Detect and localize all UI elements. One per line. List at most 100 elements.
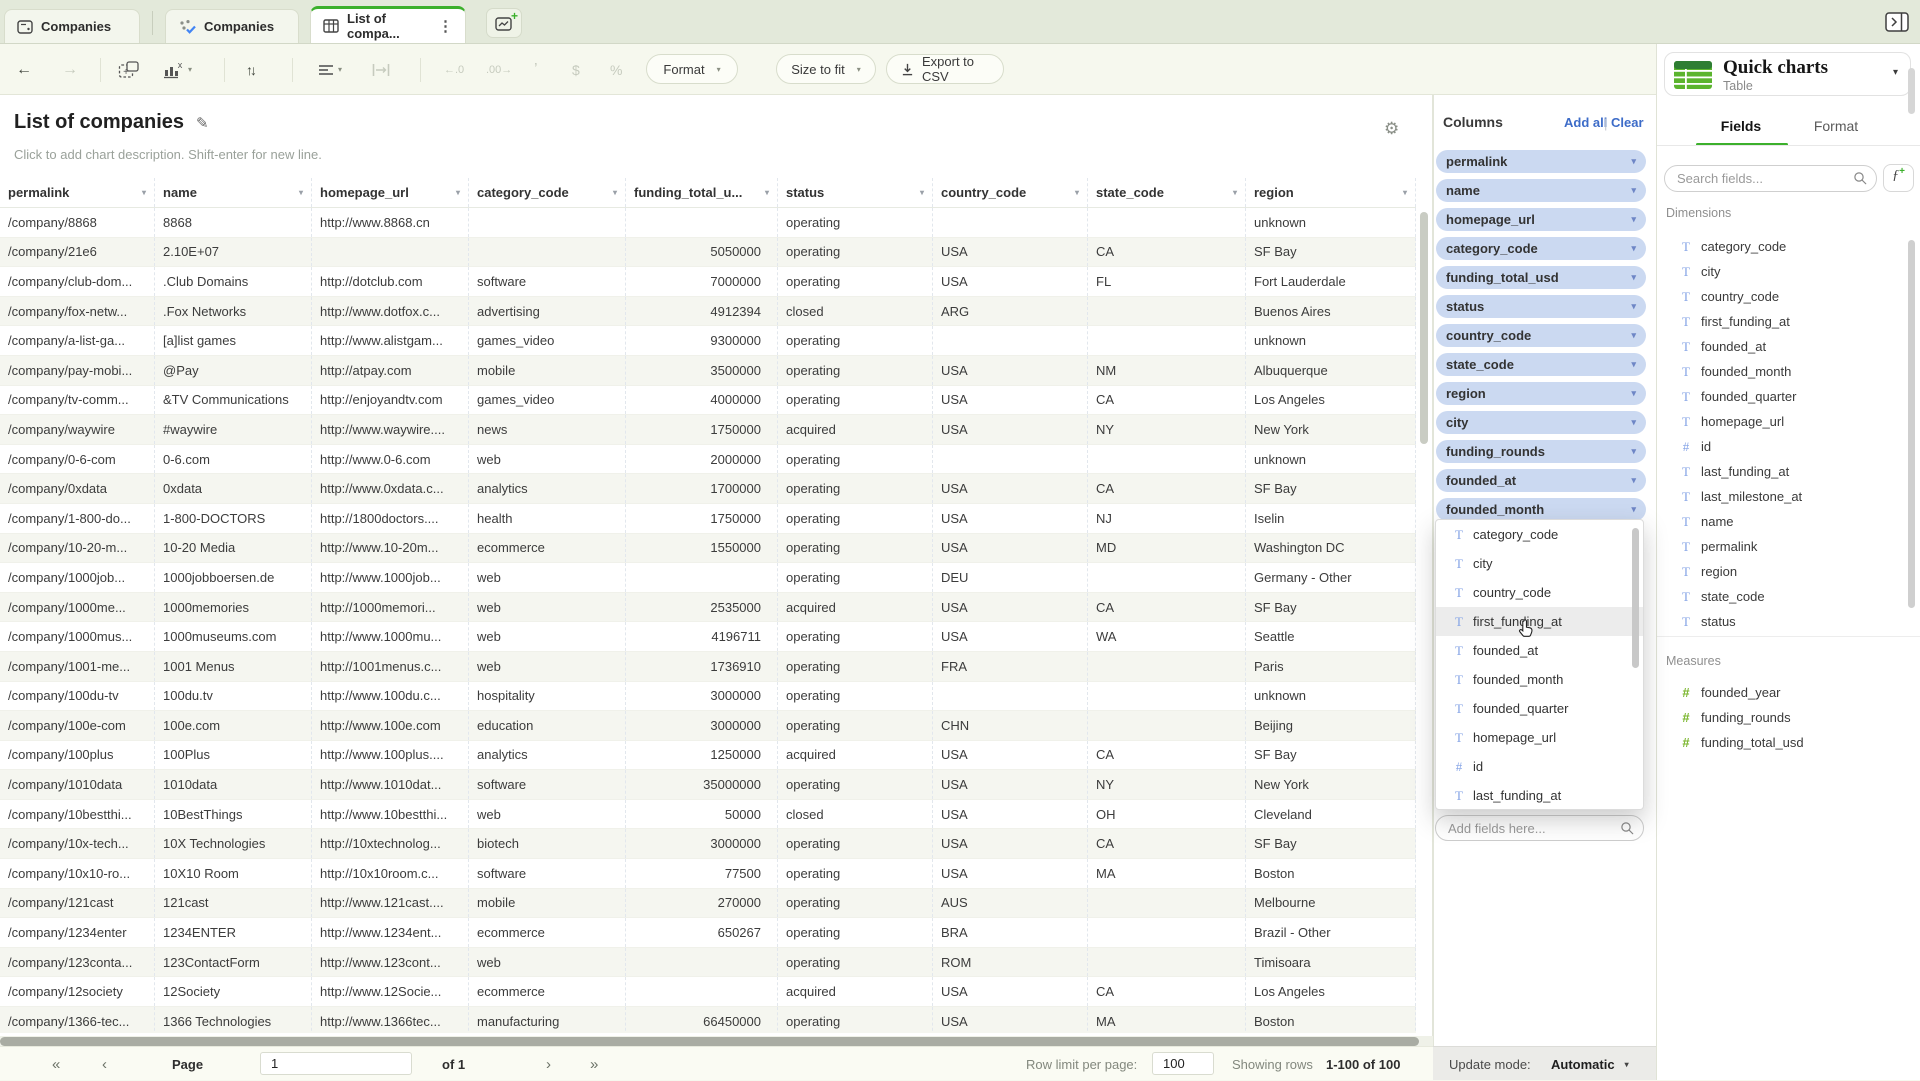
field-item[interactable]: # founded_year <box>1657 680 1907 705</box>
increase-decimal-icon[interactable]: .00→ <box>486 44 512 95</box>
field-item[interactable]: Tlast_milestone_at <box>1657 484 1907 509</box>
decrease-decimal-icon[interactable]: ←.0 <box>444 44 464 95</box>
field-item[interactable]: Tlast_funding_at <box>1436 781 1643 809</box>
column-menu-caret-icon[interactable]: ▾ <box>456 188 460 197</box>
field-item[interactable]: Tregion <box>1657 559 1907 584</box>
column-menu-caret-icon[interactable]: ▾ <box>1403 188 1407 197</box>
field-item[interactable]: # id <box>1657 434 1907 459</box>
thousands-separator-icon[interactable]: ’ <box>534 44 538 95</box>
collapse-panel-icon[interactable] <box>1884 11 1910 33</box>
column-chip[interactable]: region ▾ <box>1436 382 1646 405</box>
column-menu-caret-icon[interactable]: ▾ <box>142 188 146 197</box>
column-header[interactable]: status ▾ <box>778 178 933 207</box>
column-chip[interactable]: permalink ▾ <box>1436 150 1646 173</box>
tab-format[interactable]: Format <box>1801 118 1871 134</box>
field-item[interactable]: Tfirst_funding_at <box>1657 309 1907 334</box>
tab-companies-sheet[interactable]: Companies <box>4 9 140 43</box>
first-page-icon[interactable]: « <box>52 1047 60 1081</box>
field-item[interactable]: Thomepage_url <box>1436 723 1643 752</box>
column-header[interactable]: category_code ▾ <box>469 178 626 207</box>
column-chip[interactable]: founded_month ▾ <box>1436 498 1646 521</box>
column-header[interactable]: funding_total_u... ▾ <box>626 178 778 207</box>
update-mode-select[interactable]: Automatic ▾ <box>1551 1047 1629 1081</box>
column-header[interactable]: region ▾ <box>1246 178 1416 207</box>
size-to-fit-button[interactable]: Size to fit ▾ <box>776 54 876 84</box>
field-item[interactable]: Tfirst_funding_at <box>1436 607 1643 636</box>
column-chip[interactable]: category_code ▾ <box>1436 237 1646 260</box>
column-menu-caret-icon[interactable]: ▾ <box>1233 188 1237 197</box>
field-item[interactable]: Tfounded_month <box>1436 665 1643 694</box>
column-menu-caret-icon[interactable]: ▾ <box>765 188 769 197</box>
field-item[interactable]: Tcountry_code <box>1436 578 1643 607</box>
wrap-text-icon[interactable] <box>372 44 390 95</box>
next-page-icon[interactable]: › <box>546 1047 551 1081</box>
field-item[interactable]: Tfounded_at <box>1436 636 1643 665</box>
column-header[interactable]: name ▾ <box>155 178 312 207</box>
column-header[interactable]: country_code ▾ <box>933 178 1088 207</box>
chart-description-placeholder[interactable]: Click to add chart description. Shift-en… <box>14 147 322 162</box>
column-header[interactable]: permalink ▾ <box>0 178 155 207</box>
field-item[interactable]: Tstatus <box>1657 609 1907 634</box>
column-menu-caret-icon[interactable]: ▾ <box>613 188 617 197</box>
tab-list-of-companies[interactable]: List of compa... ⋮ <box>310 6 466 43</box>
last-page-icon[interactable]: » <box>590 1047 598 1081</box>
tab-fields[interactable]: Fields <box>1706 118 1776 134</box>
align-button[interactable]: ▾ <box>318 44 342 95</box>
field-item[interactable]: Tstate_code <box>1657 584 1907 609</box>
add-formula-field-button[interactable]: ƒ + <box>1883 164 1914 192</box>
kebab-menu-icon[interactable]: ⋮ <box>438 17 453 35</box>
column-chip[interactable]: city ▾ <box>1436 411 1646 434</box>
edit-title-icon[interactable]: ✎ <box>196 114 209 132</box>
field-item[interactable]: Tfounded_at <box>1657 334 1907 359</box>
field-item[interactable]: Tcity <box>1436 549 1643 578</box>
percent-format-icon[interactable]: % <box>610 44 622 95</box>
field-item[interactable]: Tfounded_month <box>1657 359 1907 384</box>
column-chip[interactable]: funding_rounds ▾ <box>1436 440 1646 463</box>
field-item[interactable]: Tcity <box>1657 259 1907 284</box>
field-item[interactable]: Tcountry_code <box>1657 284 1907 309</box>
page-input[interactable] <box>260 1052 412 1075</box>
column-chip[interactable]: homepage_url ▾ <box>1436 208 1646 231</box>
currency-format-icon[interactable]: $ <box>572 44 580 95</box>
column-chip[interactable]: country_code ▾ <box>1436 324 1646 347</box>
field-item[interactable]: Tfounded_quarter <box>1657 384 1907 409</box>
column-menu-caret-icon[interactable]: ▾ <box>920 188 924 197</box>
prev-page-icon[interactable]: ‹ <box>102 1047 107 1081</box>
panel-scrollbar-thumb[interactable] <box>1908 240 1915 608</box>
field-item[interactable]: Tlast_funding_at <box>1657 459 1907 484</box>
sort-button[interactable]: ↑↓ <box>246 44 257 95</box>
dropdown-scrollbar-thumb[interactable] <box>1632 528 1639 668</box>
column-menu-caret-icon[interactable]: ▾ <box>299 188 303 197</box>
vertical-scrollbar-thumb[interactable] <box>1420 212 1428 444</box>
field-item[interactable]: Tcategory_code <box>1657 234 1907 259</box>
add-fields-input[interactable] <box>1435 815 1644 841</box>
field-item[interactable]: # funding_total_usd <box>1657 730 1907 755</box>
add-all-link[interactable]: Add all <box>1564 115 1607 130</box>
column-header[interactable]: state_code ▾ <box>1088 178 1246 207</box>
field-item[interactable]: Tname <box>1657 509 1907 534</box>
chart-type-card[interactable]: Quick charts Table ▾ <box>1664 52 1911 96</box>
redo-button[interactable]: → <box>62 44 78 95</box>
panel-scrollbar-thumb-top[interactable] <box>1908 68 1915 114</box>
clear-link[interactable]: Clear <box>1611 115 1644 130</box>
field-item[interactable]: # id <box>1436 752 1643 781</box>
row-limit-input[interactable] <box>1152 1052 1214 1075</box>
duplicate-chart-icon[interactable]: + <box>118 44 140 95</box>
gear-icon[interactable]: ⚙ <box>1384 119 1399 139</box>
horizontal-scrollbar-thumb[interactable] <box>0 1036 1419 1046</box>
column-chip[interactable]: funding_total_usd ▾ <box>1436 266 1646 289</box>
export-csv-button[interactable]: Export to CSV <box>886 54 1004 84</box>
undo-button[interactable]: ← <box>16 44 32 95</box>
column-chip[interactable]: state_code ▾ <box>1436 353 1646 376</box>
column-chip[interactable]: status ▾ <box>1436 295 1646 318</box>
column-chip[interactable]: founded_at ▾ <box>1436 469 1646 492</box>
column-chip[interactable]: name ▾ <box>1436 179 1646 202</box>
format-button[interactable]: Format ▾ <box>646 54 738 84</box>
field-item[interactable]: Thomepage_url <box>1657 409 1907 434</box>
column-header[interactable]: homepage_url ▾ <box>312 178 469 207</box>
field-item[interactable]: # funding_rounds <box>1657 705 1907 730</box>
tab-companies-chart[interactable]: Companies <box>165 9 299 43</box>
field-item[interactable]: Tfounded_quarter <box>1436 694 1643 723</box>
column-menu-caret-icon[interactable]: ▾ <box>1075 188 1079 197</box>
field-item[interactable]: Tpermalink <box>1657 534 1907 559</box>
